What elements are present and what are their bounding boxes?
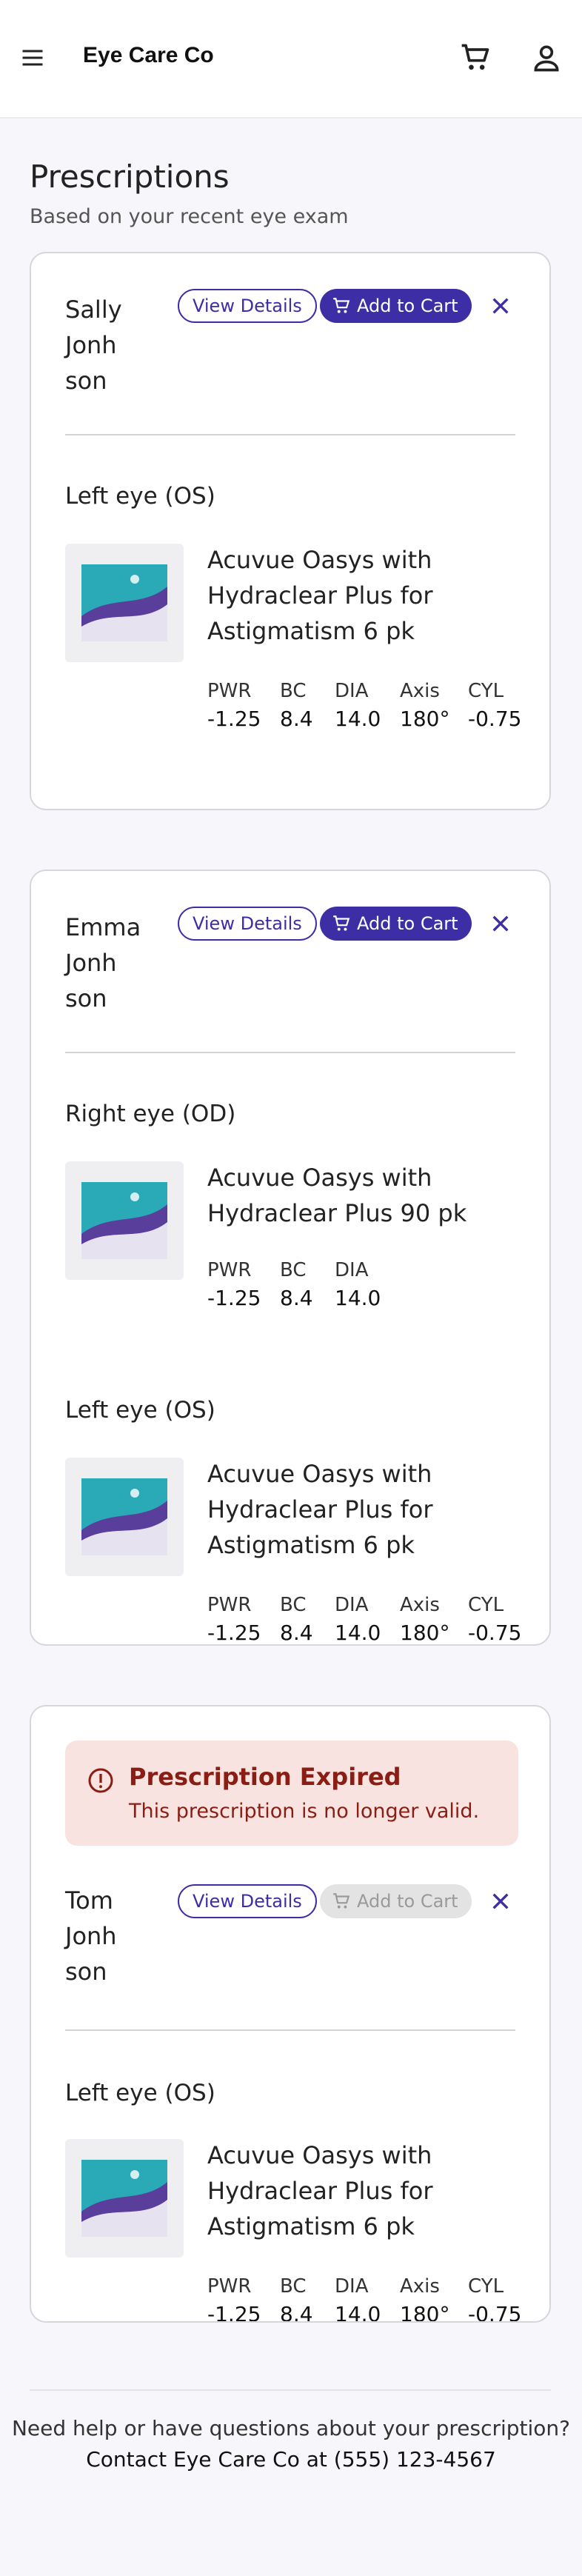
product-image [65, 1161, 184, 1280]
product-image [65, 544, 184, 662]
product-image [65, 1458, 184, 1576]
prescription-card: Emma Jonh son View Details Add to Cart Rig… [30, 870, 551, 1646]
spec-dia: DIA 14.0 [335, 680, 381, 731]
account-icon[interactable] [530, 41, 563, 74]
add-to-cart-button[interactable]: Add to Cart [320, 289, 472, 323]
eye-label: Left eye (OS) [65, 483, 215, 510]
spec-cyl: CYL -0.75 [468, 680, 522, 731]
footer-contact[interactable]: Contact Eye Care Co at (555) 123-4567 [0, 2444, 582, 2475]
expired-alert: Prescription Expired This prescription i… [65, 1741, 518, 1846]
divider [65, 2029, 515, 2031]
lens-box-icon [81, 564, 167, 641]
brand-name[interactable]: Eye Care Co [83, 43, 214, 68]
patient-name: Emma Jonh son [65, 913, 141, 1012]
spec-bc: BC 8.4 [280, 2275, 313, 2323]
page-header: Prescriptions Based on your recent eye e… [30, 159, 349, 228]
close-icon[interactable] [489, 1889, 512, 1913]
product-name: Acuvue Oasys with Hydraclear Plus for Asti… [207, 546, 433, 645]
spec-axis: Axis 180° [400, 2275, 450, 2323]
alert-title: Prescription Expired [129, 1763, 401, 1791]
cart-icon [333, 915, 350, 931]
menu-icon[interactable] [19, 44, 46, 71]
spec-pwr: PWR -1.25 [207, 1259, 261, 1310]
spec-cyl: CYL -0.75 [468, 1594, 522, 1645]
top-app-bar: Eye Care Co [0, 0, 582, 119]
product-name: Acuvue Oasys with Hydraclear Plus for Asti… [207, 1460, 433, 1559]
view-details-button[interactable]: View Details [178, 1884, 317, 1918]
close-icon[interactable] [489, 912, 512, 935]
footer-divider [30, 2389, 551, 2391]
patient-name: Sally Jonh son [65, 296, 122, 395]
cart-icon [333, 1893, 350, 1909]
spec-dia: DIA 14.0 [335, 1259, 381, 1310]
lens-box-icon [81, 1478, 167, 1555]
spec-pwr: PWR -1.25 [207, 2275, 261, 2323]
page-subtitle: Based on your recent eye exam [30, 205, 349, 228]
spec-pwr: PWR -1.25 [207, 680, 261, 731]
product-name: Acuvue Oasys with Hydraclear Plus 90 pk [207, 1164, 467, 1227]
spec-axis: Axis 180° [400, 680, 450, 731]
patient-name: Tom Jonh son [65, 1886, 117, 1986]
spec-pwr: PWR -1.25 [207, 1594, 261, 1645]
divider [65, 434, 515, 436]
add-to-cart-button[interactable]: Add to Cart [320, 907, 472, 941]
eye-label: Left eye (OS) [65, 2080, 215, 2106]
cart-icon [333, 298, 350, 313]
spec-dia: DIA 14.0 [335, 1594, 381, 1645]
footer: Need help or have questions about your p… [0, 2413, 582, 2475]
spec-axis: Axis 180° [400, 1594, 450, 1645]
eye-label: Right eye (OD) [65, 1101, 236, 1127]
alert-message: This prescription is no longer valid. [129, 1800, 480, 1823]
spec-bc: BC 8.4 [280, 680, 313, 731]
add-to-cart-button[interactable]: Add to Cart [320, 1884, 472, 1918]
page-title: Prescriptions [30, 159, 230, 195]
eye-label: Left eye (OS) [65, 1397, 215, 1424]
prescription-card: Sally Jonh son View Details Add to Cart Le… [30, 252, 551, 810]
spec-dia: DIA 14.0 [335, 2275, 381, 2323]
view-details-button[interactable]: View Details [178, 289, 317, 323]
spec-bc: BC 8.4 [280, 1259, 313, 1310]
lens-box-icon [81, 2160, 167, 2237]
close-icon[interactable] [489, 294, 512, 318]
product-name: Acuvue Oasys with Hydraclear Plus for Asti… [207, 2141, 433, 2240]
footer-help-text: Need help or have questions about your p… [11, 2416, 571, 2440]
spec-bc: BC 8.4 [280, 1594, 313, 1645]
divider [65, 1052, 515, 1053]
product-image [65, 2139, 184, 2258]
cart-icon[interactable] [459, 41, 492, 74]
prescription-card: Prescription Expired This prescription i… [30, 1705, 551, 2323]
alert-icon [88, 1768, 113, 1793]
lens-box-icon [81, 1182, 167, 1259]
spec-cyl: CYL -0.75 [468, 2275, 522, 2323]
view-details-button[interactable]: View Details [178, 907, 317, 941]
